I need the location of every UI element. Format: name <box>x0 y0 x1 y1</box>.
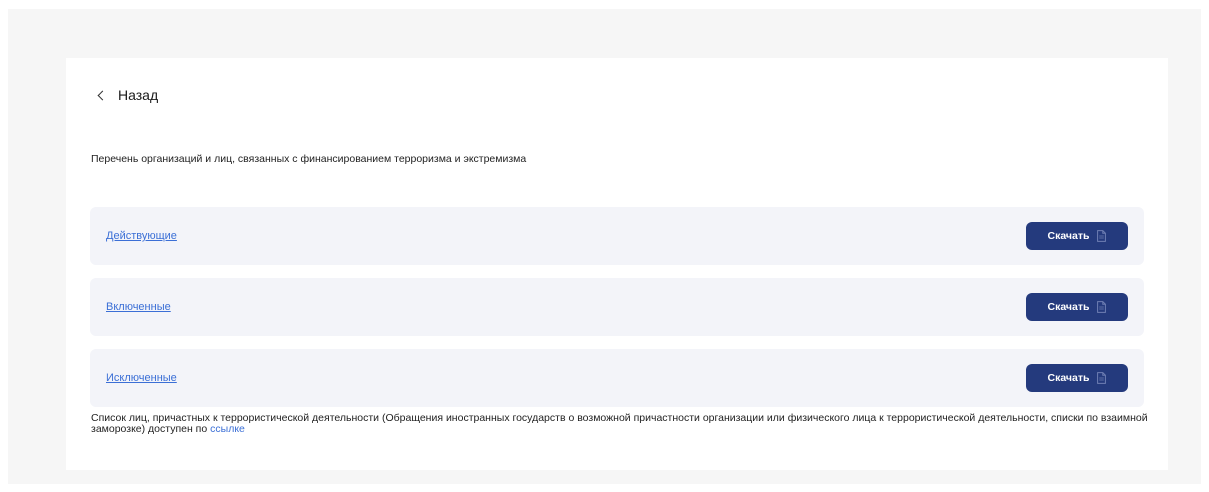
download-label: Скачать <box>1047 301 1090 313</box>
download-label: Скачать <box>1047 230 1090 242</box>
download-active-button[interactable]: Скачать <box>1026 222 1128 250</box>
back-label: Назад <box>118 87 159 103</box>
page-background: Назад Перечень организаций и лиц, связан… <box>8 9 1201 484</box>
list-item-included: Включенные Скачать <box>90 278 1144 336</box>
content-card: Назад Перечень организаций и лиц, связан… <box>66 58 1168 470</box>
included-list-link[interactable]: Включенные <box>106 301 171 313</box>
footer-note-text: Список лиц, причастных к террористическо… <box>91 412 1148 435</box>
document-icon <box>1097 301 1107 313</box>
active-list-link[interactable]: Действующие <box>106 230 177 242</box>
download-included-button[interactable]: Скачать <box>1026 293 1128 321</box>
page-title: Перечень организаций и лиц, связанных с … <box>91 153 527 165</box>
list-item-excluded: Исключенные Скачать <box>90 349 1144 407</box>
download-excluded-button[interactable]: Скачать <box>1026 364 1128 392</box>
document-icon <box>1097 230 1107 242</box>
download-label: Скачать <box>1047 372 1090 384</box>
chevron-left-icon <box>97 90 108 101</box>
footer-link[interactable]: ссылке <box>210 423 245 435</box>
excluded-list-link[interactable]: Исключенные <box>106 372 177 384</box>
document-icon <box>1097 372 1107 384</box>
back-button[interactable]: Назад <box>97 87 159 103</box>
footer-note: Список лиц, причастных к террористическо… <box>91 413 1151 435</box>
list-item-active: Действующие Скачать <box>90 207 1144 265</box>
